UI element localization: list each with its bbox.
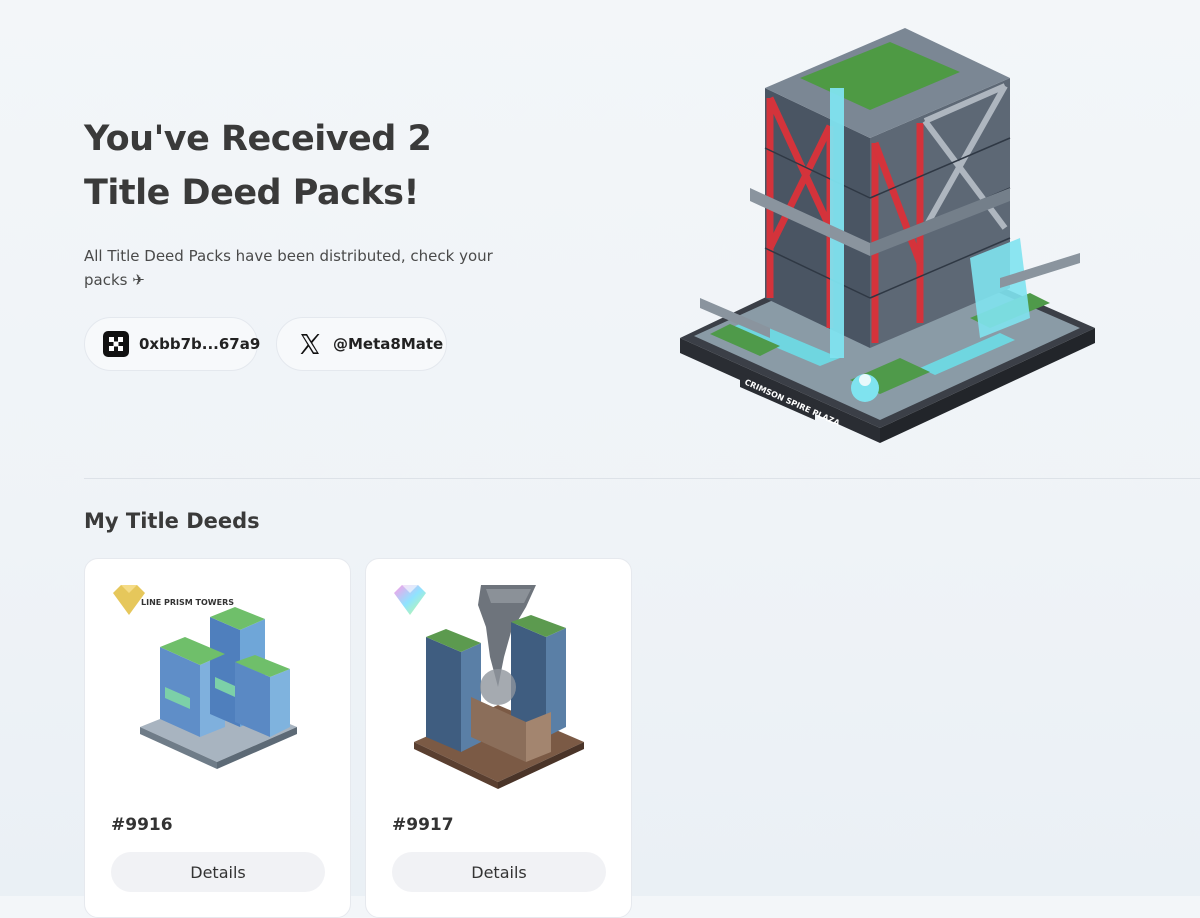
- deed-thumbnail: [394, 585, 584, 789]
- page-subtitle: All Title Deed Packs have been distribut…: [84, 247, 493, 289]
- x-logo-icon: [300, 334, 320, 354]
- wallet-address-button[interactable]: 0xbb7b...67a9: [84, 317, 261, 371]
- deed-number: #9917: [392, 815, 454, 835]
- page-title: You've Received 2 Title Deed Packs!: [84, 119, 432, 213]
- title-deed-card[interactable]: #9917 Details: [365, 558, 632, 918]
- hero-building-illustration: CRIMSON SPIRE PLAZA: [680, 28, 1095, 443]
- section-title-my-title-deeds: My Title Deeds: [84, 509, 260, 533]
- x-profile-button[interactable]: @Meta8Mate: [276, 317, 447, 371]
- section-divider: [84, 478, 1200, 479]
- x-handle-label: @Meta8Mate: [333, 335, 444, 353]
- wallet-logo-icon: [103, 331, 129, 357]
- deed-number: #9916: [111, 815, 173, 835]
- title-deed-card[interactable]: LINE PRISM TOWERS #9916 Details: [84, 558, 351, 918]
- wallet-address-label: 0xbb7b...67a9: [139, 335, 261, 353]
- deed-image-caption: LINE PRISM TOWERS: [141, 598, 234, 607]
- details-button[interactable]: Details: [392, 852, 606, 892]
- details-button[interactable]: Details: [111, 852, 325, 892]
- deed-thumbnail: LINE PRISM TOWERS: [113, 585, 297, 769]
